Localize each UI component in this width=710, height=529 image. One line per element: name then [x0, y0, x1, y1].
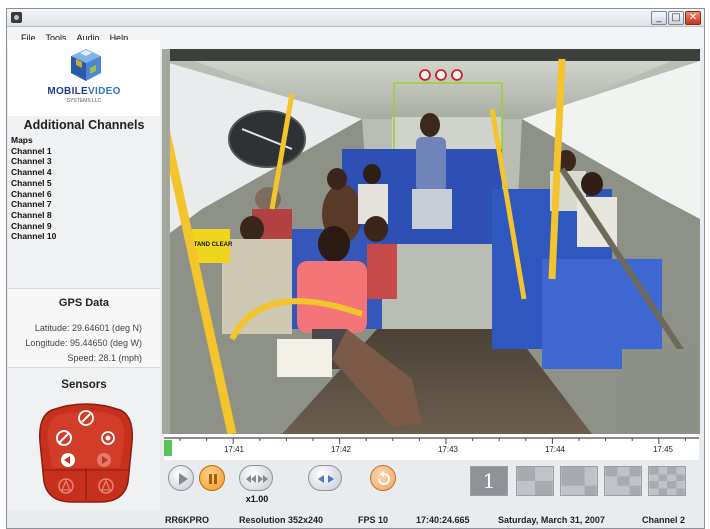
status-time: 17:40:24.665 — [416, 515, 470, 525]
sensor-pad — [39, 403, 133, 503]
rewind-fastforward-icon — [246, 475, 268, 483]
additional-channels-title: Additional Channels — [23, 118, 145, 132]
pause-button[interactable] — [199, 465, 225, 491]
title-bar: _ □ ✕ — [7, 9, 704, 27]
status-device: RR6KPRO — [165, 515, 210, 525]
channel-list: Maps Channel 1 Channel 3 Channel 4 Chann… — [11, 135, 56, 242]
layout-nine-button[interactable] — [604, 466, 642, 496]
play-button[interactable] — [168, 465, 194, 491]
pause-icon — [209, 474, 217, 484]
channel-item-8[interactable]: Channel 8 — [11, 210, 56, 221]
speed-control-button[interactable] — [239, 465, 273, 491]
sensors-title: Sensors — [61, 379, 107, 391]
undo-icon — [378, 471, 390, 485]
channel-item-5[interactable]: Channel 5 — [11, 178, 56, 189]
close-button[interactable]: ✕ — [685, 11, 701, 25]
status-channel: Channel 2 — [642, 515, 686, 525]
gps-title: GPS Data — [58, 297, 110, 309]
layout-sixteen-button[interactable] — [648, 466, 686, 496]
reset-button[interactable] — [370, 465, 396, 491]
gps-panel: GPS Data Latitude: 29.64601 (deg N) Long… — [8, 288, 160, 368]
gps-speed: Speed: 28.1 (mph) — [67, 353, 142, 363]
status-date: Saturday, March 31, 2007 — [498, 515, 605, 525]
channel-item-maps[interactable]: Maps — [11, 135, 56, 146]
stand-clear-sign: STAND CLEAR — [190, 242, 233, 248]
minimize-button[interactable]: _ — [651, 11, 667, 25]
channel-item-9[interactable]: Channel 9 — [11, 221, 56, 232]
timeline-tick-2: 17:42 — [331, 445, 352, 454]
playhead-marker[interactable] — [164, 440, 172, 456]
logo: MOBILEVIDEO SYSTEMS LLC — [8, 40, 160, 116]
gps-longitude: Longitude: 95.44650 (deg W) — [25, 338, 142, 348]
playback-controls: x1.00 1 — [164, 460, 699, 508]
gps-latitude: Latitude: 29.64601 (deg N) — [34, 323, 142, 333]
channel-item-6[interactable]: Channel 6 — [11, 189, 56, 200]
logo-subtext: SYSTEMS LLC — [66, 98, 102, 104]
layout-single-button[interactable]: 1 — [470, 466, 508, 496]
layout-six-button[interactable] — [560, 466, 598, 496]
status-resolution: Resolution 352x240 — [239, 515, 324, 525]
layout-quad-button[interactable] — [516, 466, 554, 496]
channel-item-7[interactable]: Channel 7 — [11, 199, 56, 210]
play-icon — [179, 473, 188, 485]
left-arrow-sensor-icon — [61, 453, 75, 467]
logo-cube-icon — [71, 49, 101, 81]
right-arrow-sensor-icon — [97, 453, 111, 467]
timeline-tick-4: 17:44 — [545, 445, 566, 454]
speed-label: x1.00 — [245, 494, 269, 504]
maximize-button[interactable]: □ — [668, 11, 684, 25]
channel-item-1[interactable]: Channel 1 — [11, 146, 56, 157]
app-icon — [11, 12, 22, 23]
timeline-tick-5: 17:45 — [653, 445, 674, 454]
status-bar: RR6KPRO Resolution 352x240 FPS 10 17:40:… — [162, 511, 700, 529]
step-arrows-icon — [318, 475, 334, 483]
channel-item-4[interactable]: Channel 4 — [11, 167, 56, 178]
window-controls: _ □ ✕ — [651, 11, 701, 25]
logo-text: MOBILEVIDEO — [47, 86, 121, 97]
channel-item-10[interactable]: Channel 10 — [11, 231, 56, 242]
status-fps: FPS 10 — [358, 515, 389, 525]
timeline-scrubber[interactable]: 17:41 17:42 17:43 17:44 17:45 — [164, 434, 699, 460]
bus-interior-image: STAND CLEAR — [162, 49, 700, 434]
frame-step-button[interactable] — [308, 465, 342, 491]
timeline-tick-1: 17:41 — [224, 445, 245, 454]
channel-item-3[interactable]: Channel 3 — [11, 156, 56, 167]
timeline-tick-3: 17:43 — [438, 445, 459, 454]
video-feed[interactable]: STAND CLEAR — [162, 49, 700, 434]
sidebar: MOBILEVIDEO SYSTEMS LLC Additional Chann… — [8, 40, 160, 510]
